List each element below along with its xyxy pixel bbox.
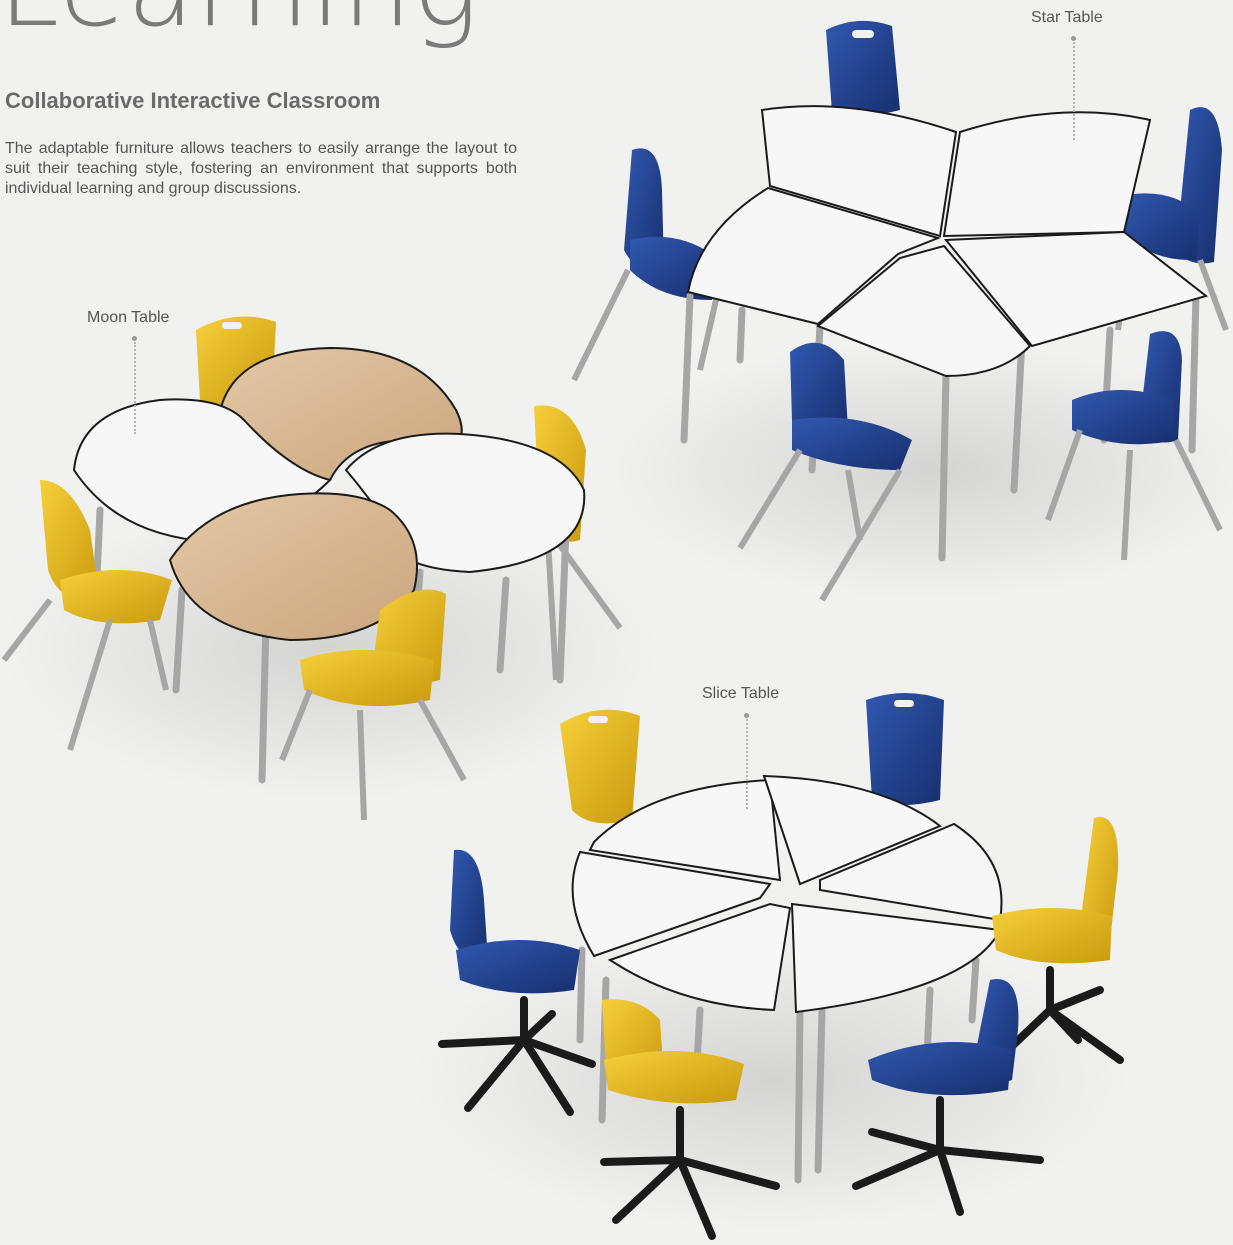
star-table-group: [571, 20, 1233, 602]
slice-chair-back-right: [866, 693, 944, 805]
callout-dot-moon: [132, 336, 137, 341]
callout-line-moon: [134, 342, 136, 434]
moon-table-group: [0, 316, 660, 821]
slice-chair-back-left: [560, 709, 640, 824]
furniture-illustration: [0, 20, 1233, 1240]
slice-table-group: [410, 693, 1130, 1240]
callout-label-moon-table: Moon Table: [87, 309, 170, 326]
callout-line-star: [1073, 42, 1075, 140]
callout-dot-star: [1071, 36, 1076, 41]
callout-dot-slice: [744, 713, 749, 718]
callout-label-star-table: Star Table: [1031, 9, 1103, 26]
callout-label-slice-table: Slice Table: [702, 685, 780, 702]
callout-line-slice: [746, 719, 748, 809]
star-chair-back: [826, 20, 900, 116]
